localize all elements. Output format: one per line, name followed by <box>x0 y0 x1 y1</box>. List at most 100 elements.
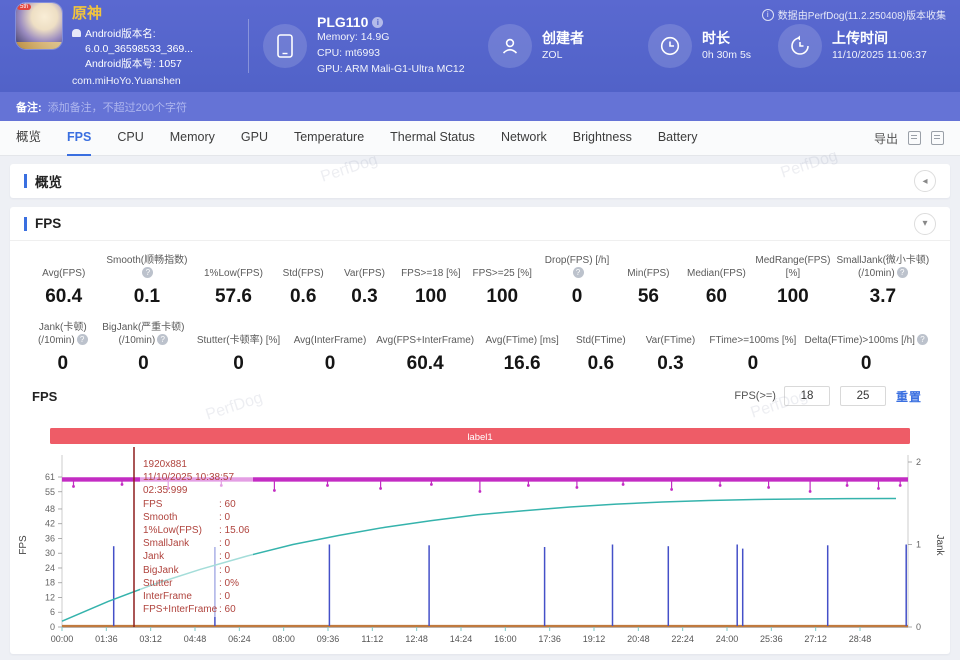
upload-label: 上传时间 <box>832 28 927 48</box>
stat-metric: SmallJank(微小卡顿)(/10min)?3.7 <box>834 254 932 308</box>
fps-chart-title: FPS <box>32 389 57 404</box>
stat-value: 0 <box>707 353 798 375</box>
tab-temperature[interactable]: Temperature <box>294 121 364 156</box>
duration-value: 0h 30m 5s <box>702 48 751 64</box>
stat-label: FTime>=100ms [%] <box>707 321 798 347</box>
stat-value: 60 <box>683 286 750 308</box>
report-icon[interactable] <box>931 131 944 145</box>
reset-button[interactable]: 重置 <box>896 388 922 405</box>
header-divider <box>248 19 249 73</box>
stat-metric: Std(FTime)0.6 <box>566 321 636 375</box>
stat-metric: Median(FPS) 60 <box>681 254 752 308</box>
stat-value: 56 <box>618 286 679 308</box>
stat-metric: MedRange(FPS)[%]100 <box>752 254 834 308</box>
overview-collapse-button[interactable]: ◂ <box>914 170 936 192</box>
help-icon[interactable]: ? <box>77 334 88 345</box>
tab-thermal-status[interactable]: Thermal Status <box>390 121 475 156</box>
fps-threshold-input-2[interactable] <box>840 386 886 406</box>
fps-threshold-input-1[interactable] <box>784 386 830 406</box>
stat-label: Var(FPS) <box>336 254 393 280</box>
app-title: 原神 <box>72 3 244 25</box>
info-icon: i <box>762 9 774 21</box>
stat-label: Drop(FPS) [/h]? <box>540 254 614 280</box>
stat-value: 100 <box>397 286 464 308</box>
svg-text:08:00: 08:00 <box>272 634 295 644</box>
stat-label: SmallJank(微小卡顿)(/10min)? <box>836 254 930 280</box>
app-package: com.miHoYo.Yuanshen <box>72 74 244 89</box>
phone-icon <box>263 24 307 68</box>
stat-label: Jank(卡顿)(/10min)? <box>30 321 96 347</box>
duration-label: 时长 <box>702 28 751 48</box>
stat-metric: BigJank(严重卡顿)(/10min)?0 <box>98 321 190 375</box>
fps-section: FPS ▾ Avg(FPS)60.4Smooth(顺畅指数)?0.11%Low(… <box>10 207 950 654</box>
tab-bar: 概览 FPS CPU Memory GPU Temperature Thermal Stat… <box>0 121 960 156</box>
tab-battery[interactable]: Battery <box>658 121 698 156</box>
stat-metric: Delta(FTime)>100ms [/h]?0 <box>800 321 932 375</box>
fps-chart-svg[interactable]: label106121824303642485561FPS012Jank00:0… <box>10 411 950 653</box>
fps-section-title: FPS <box>35 216 61 231</box>
history-clock-icon <box>778 24 822 68</box>
stat-label: Std(FTime) <box>568 321 634 347</box>
stat-metric: Avg(FPS+InterFrame)60.4 <box>372 321 478 375</box>
fps-threshold-label: FPS(>=) <box>734 390 776 402</box>
app-badge: 5th <box>17 4 31 10</box>
fps-chart[interactable]: label106121824303642485561FPS012Jank00:0… <box>10 411 950 654</box>
stat-label: FPS>=25 [%] <box>469 254 536 280</box>
device-name: PLG110 <box>317 14 368 30</box>
stat-metric: Jank(卡顿)(/10min)?0 <box>28 321 98 375</box>
tab-network[interactable]: Network <box>501 121 547 156</box>
stat-label: FPS>=18 [%] <box>397 254 464 280</box>
svg-text:42: 42 <box>45 519 55 529</box>
remarks-bar[interactable]: 备注: 添加备注，不超过200个字符 <box>0 92 960 121</box>
help-icon[interactable]: ? <box>573 267 584 278</box>
svg-text:2: 2 <box>916 457 921 467</box>
stat-metric: Min(FPS) 56 <box>616 254 681 308</box>
svg-text:18: 18 <box>45 578 55 588</box>
tab-memory[interactable]: Memory <box>170 121 215 156</box>
svg-text:16:00: 16:00 <box>494 634 517 644</box>
creator-value: ZOL <box>542 48 584 64</box>
help-icon[interactable]: ? <box>157 334 168 345</box>
overview-section: 概览 ◂ <box>10 164 950 198</box>
stat-metric: Std(FPS)0.6 <box>273 254 334 308</box>
help-icon[interactable]: ? <box>917 334 928 345</box>
stat-value: 57.6 <box>196 286 270 308</box>
export-icon[interactable] <box>908 131 921 145</box>
chart-label-text: label1 <box>467 432 492 443</box>
help-icon[interactable]: ? <box>897 267 908 278</box>
left-axis-title: FPS <box>18 535 29 555</box>
export-button[interactable]: 导出 <box>874 130 898 147</box>
stat-label: Median(FPS) <box>683 254 750 280</box>
help-icon[interactable]: ? <box>142 267 153 278</box>
svg-text:06:24: 06:24 <box>228 634 251 644</box>
svg-text:00:00: 00:00 <box>51 634 74 644</box>
svg-text:09:36: 09:36 <box>317 634 340 644</box>
stat-label: Avg(InterFrame) <box>290 321 370 347</box>
device-memory: Memory: 14.9G <box>317 30 465 46</box>
tab-gpu[interactable]: GPU <box>241 121 268 156</box>
section-accent <box>24 217 27 231</box>
stat-label: MedRange(FPS)[%] <box>754 254 832 280</box>
duration-block: 时长 0h 30m 5s <box>648 24 778 68</box>
stat-value: 16.6 <box>480 353 564 375</box>
clock-icon <box>648 24 692 68</box>
stat-metric: Smooth(顺畅指数)?0.1 <box>99 254 194 308</box>
fps-collapse-button[interactable]: ▾ <box>914 213 936 235</box>
stat-label: Min(FPS) <box>618 254 679 280</box>
svg-text:28:48: 28:48 <box>849 634 872 644</box>
svg-text:61: 61 <box>45 472 55 482</box>
app-icon: 5th <box>16 3 62 49</box>
tab-cpu[interactable]: CPU <box>117 121 143 156</box>
svg-text:55: 55 <box>45 487 55 497</box>
stat-label: Stutter(卡顿率) [%] <box>191 321 286 347</box>
device-info-icon[interactable]: i <box>372 17 383 28</box>
tab-概览[interactable]: 概览 <box>16 121 41 156</box>
right-axis-title: Jank <box>934 534 945 556</box>
svg-text:1: 1 <box>916 540 921 550</box>
app-version-name: Android版本名: 6.0.0_36598533_369... <box>85 28 193 55</box>
tab-fps[interactable]: FPS <box>67 121 91 156</box>
app-block: 5th 原神 Android版本名: 6.0.0_36598533_369...… <box>16 3 244 89</box>
stat-metric: Avg(FTime) [ms]16.6 <box>478 321 566 375</box>
upload-block: 上传时间 11/10/2025 11:06:37 <box>778 24 927 68</box>
tab-brightness[interactable]: Brightness <box>573 121 632 156</box>
